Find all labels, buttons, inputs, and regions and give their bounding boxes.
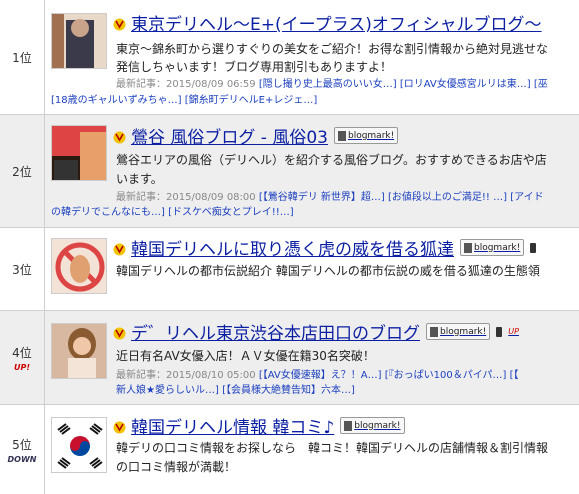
- blog-description-2: 発信しちゃいます！ブログ専用割引もありますよ！: [116, 60, 393, 74]
- latest-posts: 最新記事：2015/08/09 08:00 [【鶯谷韓デリ 新世界】超…] [お…: [116, 190, 544, 205]
- ranking-row-4: 4位 UP! デ゛リヘル東京渋谷本店田口のブログ blogmark! UP 近日…: [0, 310, 579, 404]
- updated-badge: UP: [508, 327, 519, 336]
- blog-description: 鶯谷エリアの風俗（デリヘル）を紹介する風俗ブログ。おすすめできるお店や店: [116, 153, 547, 167]
- latest-post-link[interactable]: [隠し撮り史上最高のいい女…]: [259, 79, 397, 90]
- rank-up-badge: UP!: [13, 362, 30, 372]
- latest-post-link[interactable]: [【: [510, 370, 519, 381]
- latest-post-link[interactable]: [巫: [534, 79, 548, 90]
- latest-post-label: 最新記事：2015/08/09 08:00: [116, 192, 256, 203]
- rank-label: 2位: [12, 164, 32, 179]
- ranking-row-5: 5位 DOWN 韓国デリヘル情報 韓コミ♪ blogmark! 韓デリの口コミ情…: [0, 404, 579, 494]
- rank-cell: 4位 UP!: [0, 311, 45, 404]
- bookmark-icon: [344, 420, 353, 431]
- mobile-phone-icon: [530, 242, 537, 253]
- blog-description: 韓国デリヘルの都市伝説紹介 韓国デリヘルの都市伝説の威を借る狐達の生態領: [116, 264, 540, 278]
- latest-post-link[interactable]: [【会員様大絶賛告知】六本…]: [222, 385, 355, 396]
- blog-title-text[interactable]: 鶯谷 風俗ブログ - 風俗03: [131, 123, 328, 148]
- latest-post-label: 最新記事：2015/08/10 05:00: [116, 370, 256, 381]
- latest-posts-line2: の韓デリでこんなにも…] [ドスケベ痴女とプレイ!!…]: [51, 205, 294, 220]
- rss-feed-icon[interactable]: [113, 16, 126, 31]
- blogmark-button[interactable]: blogmark!: [333, 127, 399, 144]
- blog-thumbnail[interactable]: [51, 238, 107, 294]
- ranking-row-1: 1位 東京デリヘル～E+(イープラス)オフィシャルブログ～ 東京～錦糸町から選り…: [0, 0, 579, 114]
- blog-description-2: います。: [116, 172, 163, 186]
- latest-post-link[interactable]: [【鶯谷韓デリ 新世界】超…]: [259, 192, 385, 203]
- rss-feed-icon[interactable]: [113, 129, 126, 144]
- blog-thumbnail[interactable]: [51, 125, 107, 181]
- bookmark-icon: [464, 242, 472, 253]
- blog-title-text[interactable]: デ゛リヘル東京渋谷本店田口のブログ: [131, 319, 420, 344]
- blog-ranking-table: 1位 東京デリヘル～E+(イープラス)オフィシャルブログ～ 東京～錦糸町から選り…: [0, 0, 579, 494]
- latest-posts: 最新記事：2015/08/09 06:59 [隠し撮り史上最高のいい女…] [ロ…: [116, 77, 548, 92]
- latest-post-link[interactable]: [お値段以上のご満足!! …]: [388, 192, 507, 203]
- blog-description: 近日有名AV女優入店！ＡＶ女優在籍30名突破！: [116, 349, 375, 363]
- rank-label: 4位: [12, 345, 32, 360]
- ranking-row-3: 3位 韓国デリヘルに取り憑く虎の威を借る狐達 blogmark! 韓国デリヘルの…: [0, 227, 579, 310]
- blog-title-link[interactable]: 韓国デリヘルに取り憑く虎の威を借る狐達 blogmark!: [113, 235, 537, 260]
- korea-flag-icon: [52, 418, 106, 472]
- blog-title-text[interactable]: 韓国デリヘルに取り憑く虎の威を借る狐達: [131, 235, 454, 260]
- latest-post-link[interactable]: [『おっぱい100＆パイパ…]: [385, 370, 507, 381]
- blog-description-2: の口コミ情報が満載！: [116, 460, 237, 474]
- thumbnail-image-icon: [52, 126, 106, 180]
- thumbnail-image-icon: [52, 239, 106, 293]
- latest-post-link[interactable]: [18歳のギャルいずみちゃ…]: [51, 95, 182, 106]
- rss-feed-icon[interactable]: [113, 419, 126, 434]
- rank-label: 5位: [12, 437, 32, 452]
- blog-title-link[interactable]: 東京デリヘル～E+(イープラス)オフィシャルブログ～: [113, 10, 542, 35]
- blogmark-button[interactable]: blogmark!: [340, 417, 405, 434]
- rank-down-badge: DOWN: [7, 454, 37, 464]
- blogmark-button[interactable]: blogmark!: [460, 239, 525, 256]
- rank-cell: 3位: [0, 228, 45, 310]
- bookmark-icon: [430, 326, 438, 337]
- latest-post-label: 最新記事：2015/08/09 06:59: [116, 79, 256, 90]
- blog-title-link[interactable]: デ゛リヘル東京渋谷本店田口のブログ blogmark! UP: [113, 319, 519, 344]
- blogmark-label: blogmark!: [440, 326, 487, 337]
- blog-title-link[interactable]: 鶯谷 風俗ブログ - 風俗03 blogmark!: [113, 123, 399, 148]
- blog-description: 韓デリの口コミ情報をお探しなら 韓コミ！韓国デリヘルの店舗情報＆割引情報: [116, 441, 549, 455]
- rss-feed-icon[interactable]: [113, 241, 126, 256]
- blog-title-link[interactable]: 韓国デリヘル情報 韓コミ♪ blogmark!: [113, 413, 405, 438]
- rank-cell: 1位: [0, 0, 45, 114]
- blogmark-label: blogmark!: [354, 420, 401, 431]
- latest-post-link[interactable]: 新人娘★愛らしいル…]: [116, 385, 219, 396]
- latest-posts: 最新記事：2015/08/10 05:00 [【AV女優速報】え？！A…] [『…: [116, 368, 519, 383]
- rank-cell: 5位 DOWN: [0, 405, 45, 494]
- rss-feed-icon[interactable]: [113, 325, 126, 340]
- blogmark-button[interactable]: blogmark!: [426, 323, 491, 340]
- blog-title-text[interactable]: 東京デリヘル～E+(イープラス)オフィシャルブログ～: [131, 10, 542, 35]
- blog-title-text[interactable]: 韓国デリヘル情報 韓コミ♪: [131, 413, 334, 438]
- latest-posts-line2: [18歳のギャルいずみちゃ…] [錦糸町デリヘルE+レジェ…]: [51, 93, 317, 108]
- blog-thumbnail[interactable]: [51, 13, 107, 69]
- rank-label: 3位: [12, 262, 32, 277]
- blogmark-label: blogmark!: [347, 130, 395, 141]
- latest-post-link[interactable]: [【AV女優速報】え？！A…]: [259, 370, 382, 381]
- blog-thumbnail[interactable]: [51, 323, 107, 379]
- latest-post-link[interactable]: [ドスケベ痴女とプレイ!!…]: [168, 207, 294, 218]
- latest-post-link[interactable]: [ロリAV女優感宮ルリは東…]: [400, 79, 531, 90]
- latest-post-link[interactable]: [アイド: [510, 192, 543, 203]
- blogmark-label: blogmark!: [474, 242, 521, 253]
- latest-posts-line2: 新人娘★愛らしいル…] [【会員様大絶賛告知】六本…]: [116, 383, 355, 398]
- latest-post-link[interactable]: [錦糸町デリヘルE+レジェ…]: [185, 95, 318, 106]
- thumbnail-image-icon: [52, 324, 106, 378]
- rank-label: 1位: [12, 50, 32, 65]
- blog-description: 東京～錦糸町から選りすぐりの美女をご紹介！お得な割引情報から絶対見逃せな: [116, 42, 549, 56]
- bookmark-icon: [337, 130, 346, 141]
- mobile-phone-icon: [496, 326, 503, 337]
- rank-cell: 2位: [0, 115, 45, 227]
- blog-thumbnail[interactable]: [51, 417, 107, 473]
- ranking-row-2: 2位 鶯谷 風俗ブログ - 風俗03 blogmark! 鶯谷エリアの風俗（デリ…: [0, 114, 579, 227]
- latest-post-link[interactable]: の韓デリでこんなにも…]: [51, 207, 165, 218]
- thumbnail-image-icon: [52, 14, 106, 68]
